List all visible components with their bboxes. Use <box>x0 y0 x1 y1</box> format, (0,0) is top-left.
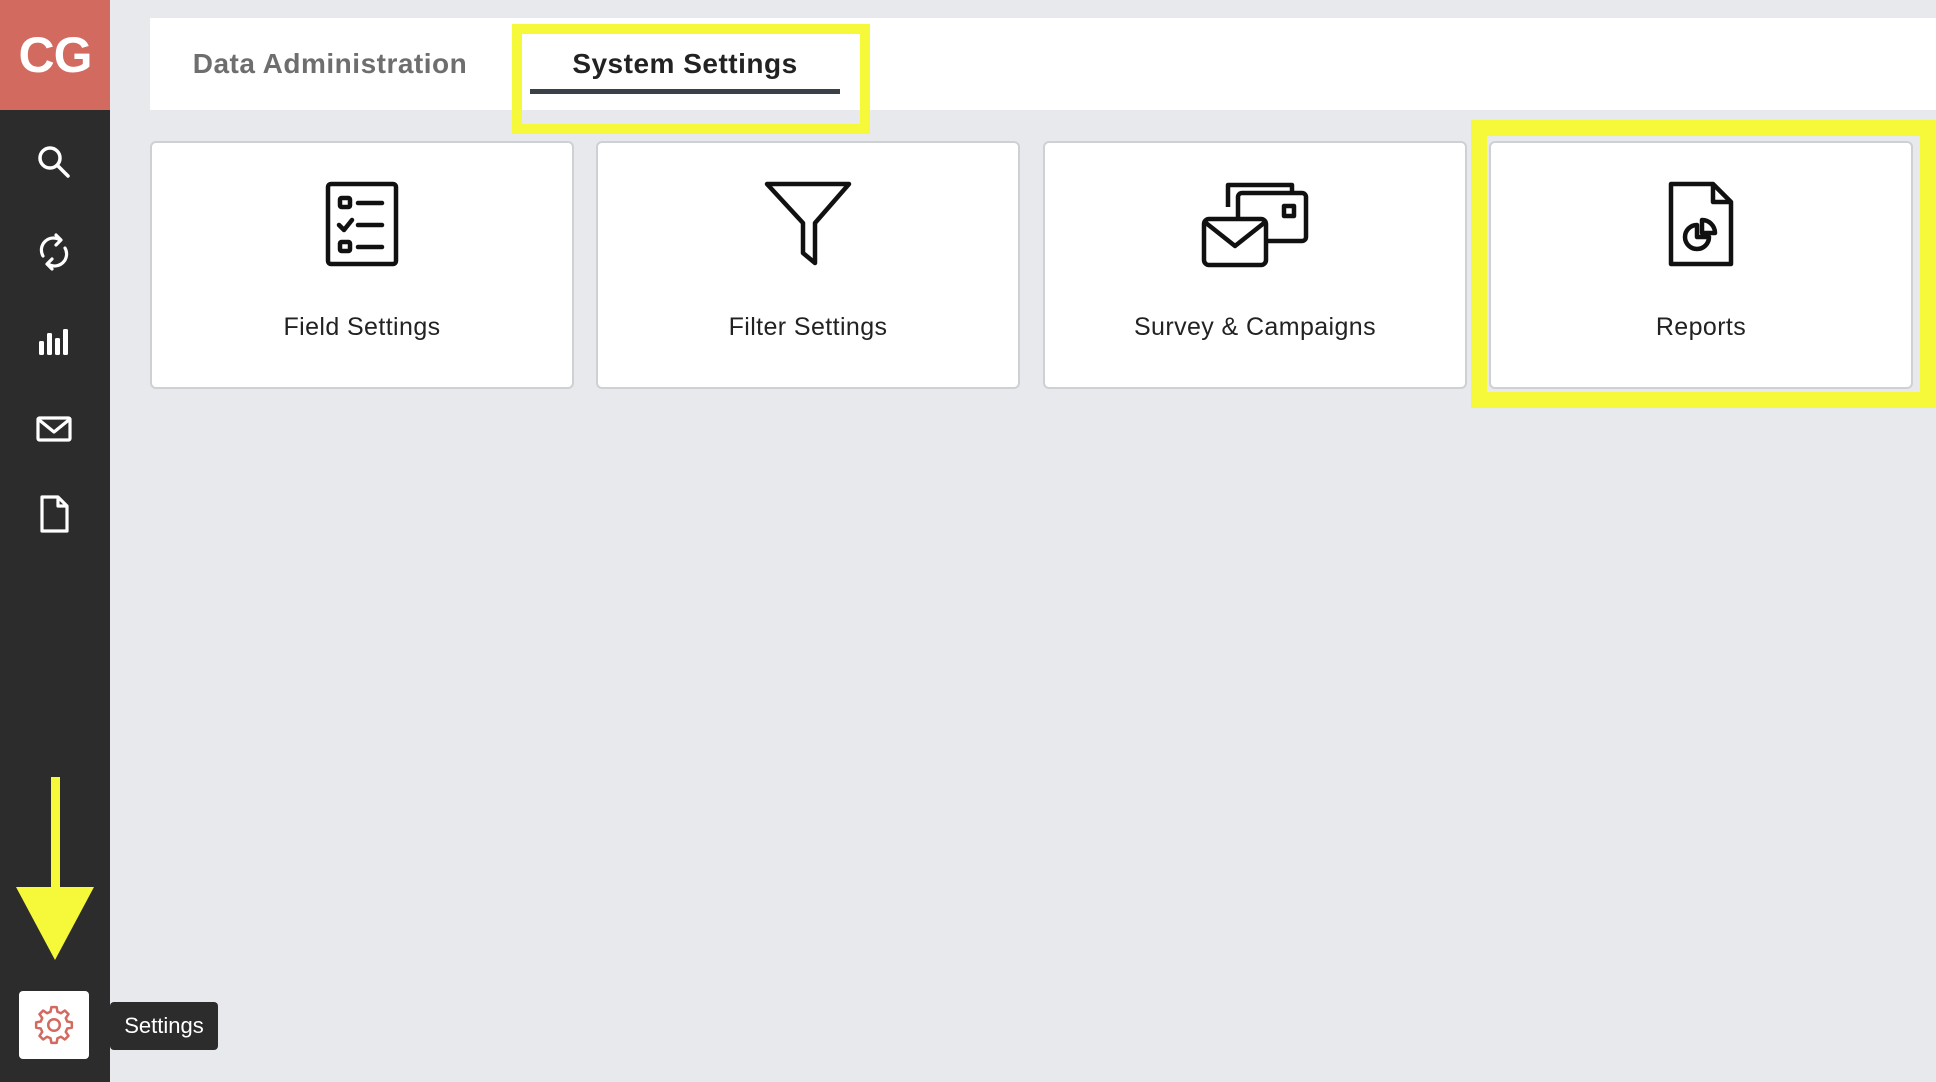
tab-data-administration[interactable]: Data Administration <box>180 18 480 110</box>
envelopes-icon <box>1201 182 1309 268</box>
gear-icon <box>34 1005 74 1045</box>
funnel-icon <box>764 181 852 266</box>
annotation-arrow <box>16 777 94 960</box>
reports-card[interactable]: Reports <box>1489 141 1913 389</box>
mail-icon[interactable] <box>30 405 78 453</box>
report-document-icon <box>1668 181 1734 267</box>
tab-bar: Data Administration System Settings <box>150 18 1936 110</box>
filter-settings-card[interactable]: Filter Settings <box>596 141 1020 389</box>
sidebar: CG <box>0 0 110 1082</box>
checklist-icon <box>325 181 399 267</box>
card-label: Field Settings <box>283 313 441 341</box>
card-label: Survey & Campaigns <box>1133 313 1377 341</box>
search-icon[interactable] <box>30 138 78 186</box>
bar-chart-icon[interactable] <box>30 317 78 365</box>
tab-label: Data Administration <box>192 48 468 79</box>
tab-system-settings[interactable]: System Settings <box>530 18 840 110</box>
document-icon[interactable] <box>30 490 78 538</box>
card-label: Filter Settings <box>728 313 888 341</box>
card-label: Reports <box>1655 313 1747 341</box>
app-logo[interactable]: CG <box>0 0 110 110</box>
survey-campaigns-card[interactable]: Survey & Campaigns <box>1043 141 1467 389</box>
settings-button[interactable] <box>19 991 89 1059</box>
field-settings-card[interactable]: Field Settings <box>150 141 574 389</box>
settings-tooltip: Settings <box>100 1002 218 1050</box>
active-tab-indicator <box>530 89 840 94</box>
refresh-icon[interactable] <box>30 228 78 276</box>
tab-label: System Settings <box>572 48 798 79</box>
